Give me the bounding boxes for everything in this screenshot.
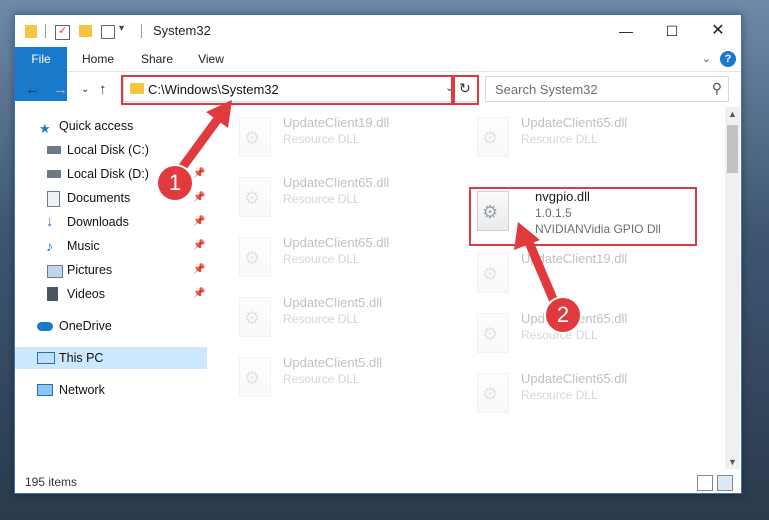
arrow-1 <box>171 100 232 181</box>
arrow-2 <box>514 222 561 311</box>
annotation-overlay <box>171 100 561 311</box>
step-badge-2: 2 <box>546 298 580 332</box>
step-badge-1: 1 <box>158 166 192 200</box>
